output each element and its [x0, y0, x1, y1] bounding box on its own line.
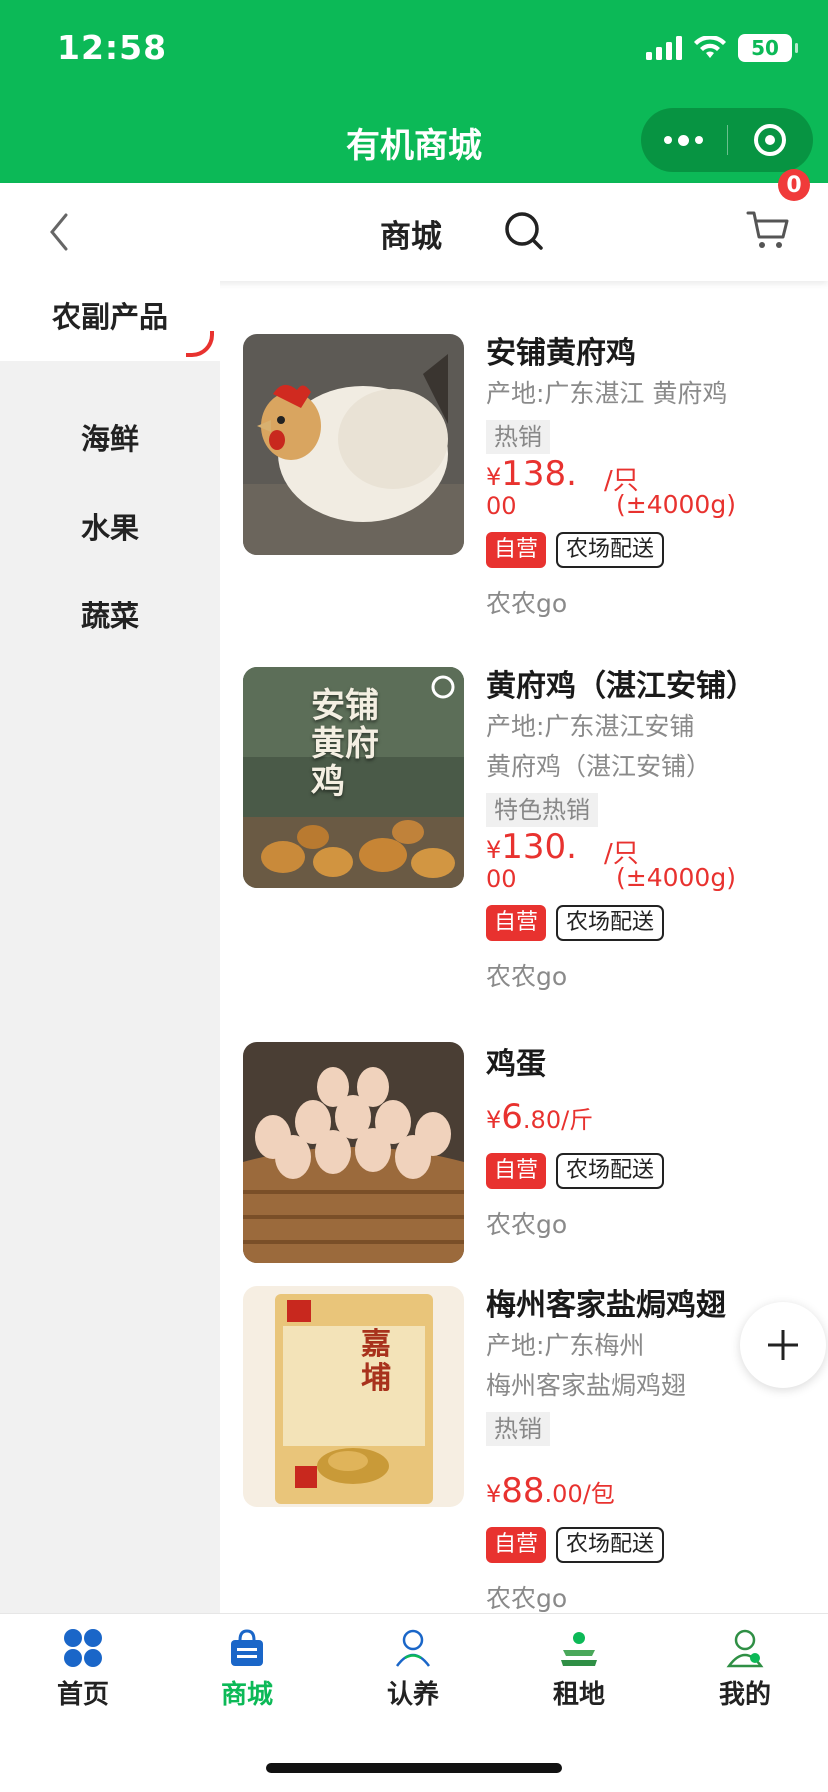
close-target-icon[interactable] [728, 108, 814, 172]
shop-name: 农农go [486, 1210, 568, 1239]
currency-symbol: ¥ [486, 836, 502, 864]
price-suffix: .80/斤 [522, 1106, 594, 1134]
shop-name: 农农go [486, 1584, 568, 1613]
land-rent-icon [561, 1632, 597, 1666]
product-image-eggs[interactable] [243, 1042, 464, 1263]
product-origin: 产地:广东湛江 黄府鸡 [486, 379, 728, 408]
price-value: 6 [501, 1097, 523, 1137]
category-label: 蔬菜 [80, 599, 139, 633]
status-time: 12:58 [57, 28, 168, 67]
product-info: 鸡蛋 ¥6.80/斤 自营 农场配送 农农go [486, 1042, 816, 1241]
category-item-seafood[interactable]: 海鲜 [0, 397, 220, 477]
category-item-fruit[interactable]: 水果 [0, 486, 220, 566]
self-operated-badge: 自营 [486, 1153, 547, 1189]
tab-label: 租地 [552, 1680, 605, 1710]
farm-delivery-badge: 农场配送 [556, 905, 665, 941]
tab-land-rent[interactable]: 租地 [524, 1628, 634, 1711]
tab-label: 商城 [220, 1680, 273, 1710]
category-item-farm-products[interactable]: 农副产品 [0, 281, 220, 361]
price-value: 130. [501, 827, 577, 867]
status-icons: 50 [646, 34, 798, 62]
cart-icon[interactable] [746, 209, 790, 251]
category-item-vegetables[interactable]: 蔬菜 [0, 574, 220, 654]
farm-delivery-badge: 农场配送 [556, 1527, 665, 1563]
package-brand-text: 嘉埔 [361, 1327, 391, 1396]
badges: 自营 农场配送 [486, 1527, 816, 1563]
category-label: 农副产品 [51, 300, 168, 334]
home-indicator [266, 1763, 562, 1773]
currency-symbol: ¥ [486, 1106, 502, 1134]
shop-name: 农农go [486, 962, 568, 991]
category-label: 水果 [80, 511, 139, 545]
product-name: 安铺黄府鸡 [486, 336, 636, 371]
price-value: 138. [501, 454, 577, 494]
more-menu-icon[interactable] [641, 108, 727, 172]
cart-count-badge: 0 [778, 169, 810, 201]
product-price: ¥88.00/包 [486, 1466, 816, 1519]
product-info: 安铺黄府鸡 产地:广东湛江 黄府鸡 热销 ¥138. 00 /只 (±4000g… [486, 334, 816, 620]
self-operated-badge: 自营 [486, 1527, 547, 1563]
image-caption: 安铺黄府鸡 [311, 686, 379, 802]
product-tag: 特色热销 [486, 793, 598, 827]
farm-delivery-badge: 农场配送 [556, 1153, 665, 1189]
self-operated-badge: 自营 [486, 905, 547, 941]
product-image-chicken[interactable] [243, 334, 464, 555]
plus-icon [768, 1330, 798, 1360]
mini-program-capsule [641, 108, 813, 172]
tab-shop[interactable]: 商城 [192, 1628, 302, 1711]
active-indicator [186, 331, 214, 357]
search-icon[interactable] [503, 210, 545, 252]
category-label: 海鲜 [80, 422, 139, 456]
price-weight: (±4000g) [616, 490, 736, 519]
adopt-icon [395, 1629, 431, 1667]
add-button[interactable] [740, 1302, 826, 1388]
back-chevron-icon[interactable] [40, 209, 80, 255]
currency-symbol: ¥ [486, 1480, 502, 1508]
nav-bar: 商城 0 [0, 169, 828, 281]
tab-label: 我的 [718, 1680, 771, 1710]
price-cents: 00 [486, 492, 517, 520]
badges: 自营 农场配送 [486, 1153, 816, 1189]
home-grid-icon [64, 1629, 102, 1667]
product-name: 鸡蛋 [486, 1047, 546, 1082]
tab-home[interactable]: 首页 [28, 1628, 138, 1711]
product-tag: 热销 [486, 1412, 550, 1446]
farm-delivery-badge: 农场配送 [556, 532, 665, 568]
wifi-icon [694, 36, 726, 58]
profile-icon [726, 1629, 764, 1668]
signal-icon [646, 36, 682, 60]
shop-name: 农农go [486, 589, 568, 618]
category-sidebar: 农副产品 海鲜 水果 蔬菜 [0, 281, 220, 1613]
tab-label: 首页 [56, 1680, 109, 1710]
product-price: ¥130. 00 /只 (±4000g) [486, 827, 816, 903]
currency-symbol: ¥ [486, 463, 502, 491]
badges: 自营 农场配送 [486, 905, 816, 941]
battery-level: 50 [751, 36, 779, 60]
price-weight: (±4000g) [616, 863, 736, 892]
price-suffix: .00/包 [544, 1480, 615, 1508]
page-title: 商城 [380, 219, 442, 255]
product-image-chicken-farm[interactable]: 安铺黄府鸡 [243, 667, 464, 888]
tab-adopt[interactable]: 认养 [358, 1628, 468, 1711]
price-value: 88 [501, 1471, 545, 1511]
product-origin: 产地:广东湛江安铺 [486, 712, 695, 741]
battery-icon: 50 [738, 34, 798, 62]
tab-label: 认养 [386, 1680, 439, 1710]
shop-bag-icon [231, 1629, 263, 1666]
product-name: 黄府鸡（湛江安铺） [486, 669, 756, 704]
product-price: ¥138. 00 /只 (±4000g) [486, 454, 816, 530]
product-tag: 热销 [486, 420, 550, 454]
product-price: ¥6.80/斤 [486, 1092, 816, 1145]
product-info: 黄府鸡（湛江安铺） 产地:广东湛江安铺 黄府鸡（湛江安铺） 特色热销 ¥130.… [486, 667, 816, 993]
self-operated-badge: 自营 [486, 532, 547, 568]
product-subtitle: 黄府鸡（湛江安铺） [486, 752, 712, 781]
product-image-chicken-wings[interactable]: 嘉埔 [243, 1286, 464, 1507]
price-cents: 00 [486, 865, 517, 893]
badges: 自营 农场配送 [486, 532, 816, 568]
tab-profile[interactable]: 我的 [690, 1628, 800, 1711]
